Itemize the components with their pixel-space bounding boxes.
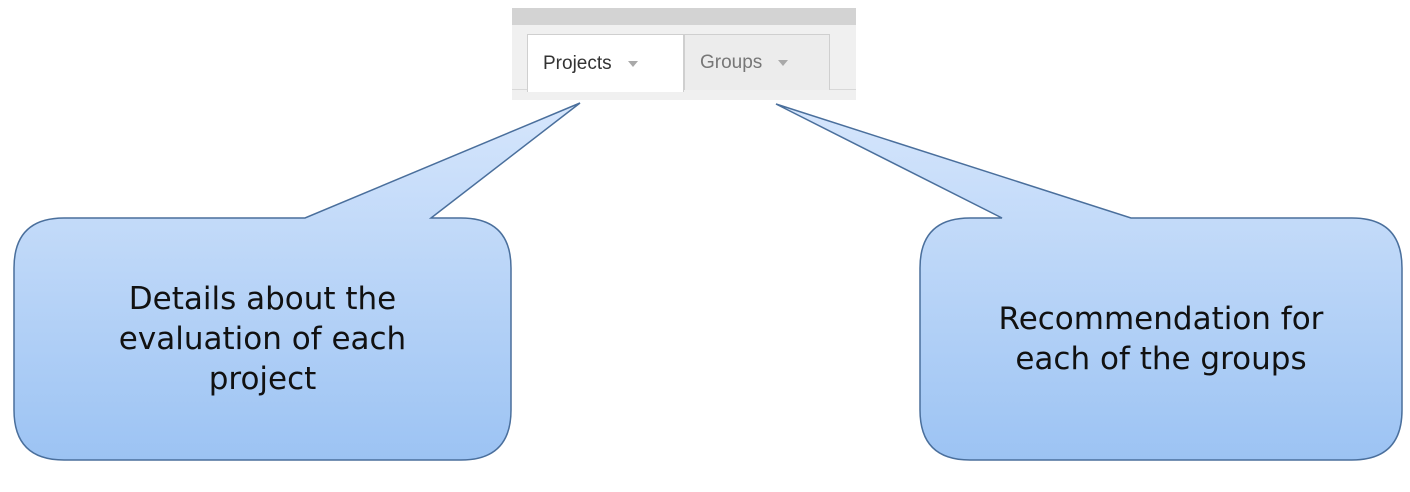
tab-projects-label: Projects — [543, 52, 612, 74]
callout-left: Details about the evaluation of each pro… — [14, 218, 511, 460]
callout-right: Recommendation for each of the groups — [920, 218, 1402, 460]
chevron-down-icon[interactable] — [627, 60, 638, 67]
tab-projects[interactable]: Projects — [527, 34, 684, 92]
callout-right-text: Recommendation for each of the groups — [998, 301, 1324, 377]
callout-left-text: Details about the evaluation of each pro… — [118, 281, 407, 397]
